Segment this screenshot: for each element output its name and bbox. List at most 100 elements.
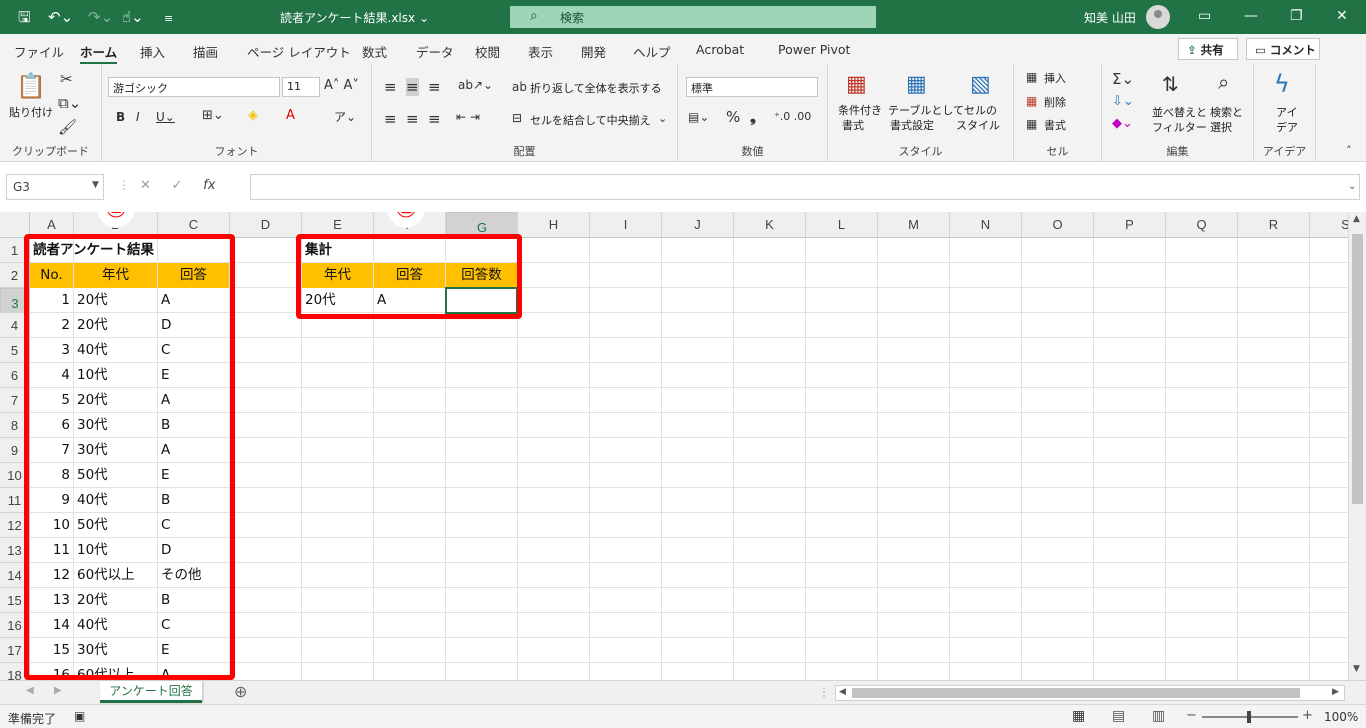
collapse-ribbon-icon[interactable]: ˄	[1346, 144, 1352, 157]
number-format-select[interactable]: 標準	[686, 77, 818, 97]
insert-cells-icon[interactable]: ▦	[1026, 70, 1037, 84]
paste-icon[interactable]: 📋	[16, 72, 46, 100]
percent-icon[interactable]: %	[726, 108, 740, 126]
user-name[interactable]: 知美 山田	[1084, 9, 1136, 26]
merge-center-button[interactable]: セルを結合して中央揃え	[530, 114, 651, 128]
font-color-icon[interactable]: A	[286, 108, 295, 123]
scroll-right-icon[interactable]: ▶	[1332, 687, 1339, 697]
column-header-K[interactable]: K	[734, 212, 806, 238]
font-name-select[interactable]: 游ゴシック	[108, 77, 280, 97]
wrap-text-icon[interactable]: ab	[512, 80, 527, 94]
decimal-icon[interactable]: ⁺.0 .00	[774, 110, 811, 123]
vertical-scroll-thumb[interactable]	[1352, 234, 1363, 504]
format-painter-icon[interactable]: 🖌	[58, 118, 77, 136]
save-icon[interactable]: 🖫	[18, 8, 31, 26]
column-header-R[interactable]: R	[1238, 212, 1310, 238]
column-header-I[interactable]: I	[590, 212, 662, 238]
sheet-tab-survey[interactable]: アンケート回答	[100, 681, 202, 703]
expand-formula-bar-icon[interactable]: ⌄	[1348, 181, 1356, 192]
indent-icon[interactable]: ⇤ ⇥	[456, 110, 480, 124]
tab-split-handle-icon[interactable]: ⋮	[818, 685, 830, 699]
search-box[interactable]: ⌕ 検索	[510, 6, 876, 28]
find-select-label-2[interactable]: 選択	[1210, 121, 1232, 135]
column-header-H[interactable]: H	[518, 212, 590, 238]
restore-icon[interactable]: ❐	[1290, 8, 1303, 24]
cell-styles-label-2[interactable]: スタイル	[956, 119, 1000, 133]
orientation-icon[interactable]: ab↗⌄	[458, 78, 493, 92]
tab-draw[interactable]: 描画	[193, 42, 218, 61]
column-header-L[interactable]: L	[806, 212, 878, 238]
borders-icon[interactable]: ⊞⌄	[202, 108, 224, 123]
align-right-icon[interactable]: ≡	[428, 110, 441, 128]
tab-formulas[interactable]: 数式	[362, 42, 387, 61]
scroll-up-icon[interactable]: ▲	[1353, 214, 1360, 224]
wrap-text-button[interactable]: 折り返して全体を表示する	[530, 82, 662, 96]
column-header-M[interactable]: M	[878, 212, 950, 238]
clear-icon[interactable]: ◆⌄	[1112, 116, 1133, 131]
fill-icon[interactable]: ⇩⌄	[1112, 94, 1134, 109]
paste-label[interactable]: 貼り付け	[9, 106, 53, 120]
sort-filter-label-2[interactable]: フィルター	[1152, 121, 1207, 135]
cut-icon[interactable]: ✂	[60, 70, 73, 88]
scroll-down-icon[interactable]: ▼	[1353, 664, 1360, 674]
autosum-icon[interactable]: Σ⌄	[1112, 70, 1134, 88]
vertical-scrollbar[interactable]: ▲ ▼	[1348, 212, 1366, 680]
column-header-P[interactable]: P	[1094, 212, 1166, 238]
delete-cells-icon[interactable]: ▦	[1026, 94, 1037, 108]
normal-view-icon[interactable]: ▦	[1072, 708, 1085, 724]
tab-insert[interactable]: 挿入	[140, 42, 165, 61]
prev-sheet-icon[interactable]: ◀	[26, 685, 34, 696]
format-cells-button[interactable]: 書式	[1044, 119, 1066, 133]
tab-home[interactable]: ホーム	[80, 42, 118, 65]
copy-icon[interactable]: ⧉⌄	[58, 94, 81, 112]
sort-filter-label-1[interactable]: 並べ替えと	[1152, 106, 1207, 120]
font-size-select[interactable]: 11	[282, 77, 320, 97]
format-as-table-label-2[interactable]: 書式設定	[890, 119, 934, 133]
horizontal-scrollbar[interactable]: ◀ ▶	[835, 685, 1345, 701]
align-center-icon[interactable]: ≡	[406, 110, 419, 128]
format-cells-icon[interactable]: ▦	[1026, 117, 1037, 131]
next-sheet-icon[interactable]: ▶	[54, 685, 62, 696]
add-sheet-icon[interactable]: ⊕	[234, 682, 247, 701]
scroll-left-icon[interactable]: ◀	[839, 687, 846, 697]
page-break-view-icon[interactable]: ▥	[1152, 708, 1165, 724]
tab-power-pivot[interactable]: Power Pivot	[778, 42, 850, 57]
cancel-icon[interactable]: ✕	[140, 178, 151, 193]
undo-icon[interactable]: ↶⌄	[48, 8, 73, 26]
sort-filter-icon[interactable]: ⇅	[1162, 72, 1179, 96]
close-icon[interactable]: ✕	[1336, 8, 1348, 24]
tab-developer[interactable]: 開発	[581, 42, 606, 61]
format-as-table-icon[interactable]: ▦	[906, 72, 927, 97]
align-middle-icon[interactable]: ≡	[406, 78, 419, 96]
name-box[interactable]: G3	[6, 174, 104, 200]
name-box-dropdown-icon[interactable]: ▼	[92, 180, 99, 190]
align-left-icon[interactable]: ≡	[384, 110, 397, 128]
cell-styles-icon[interactable]: ▧	[970, 72, 991, 97]
zoom-level[interactable]: 100%	[1324, 710, 1358, 724]
worksheet-grid[interactable]: ABCDEFGHIJKLMNOPQRS 12345678910111213141…	[0, 212, 1366, 680]
ideas-label-2[interactable]: デア	[1276, 121, 1298, 135]
bold-icon[interactable]: B	[116, 110, 125, 124]
italic-icon[interactable]: I	[136, 110, 140, 124]
tab-acrobat[interactable]: Acrobat	[696, 42, 744, 57]
column-header-N[interactable]: N	[950, 212, 1022, 238]
formula-bar-handle-icon[interactable]: ⋮	[118, 178, 130, 192]
merge-dropdown-icon[interactable]: ⌄	[658, 112, 667, 125]
horizontal-scroll-thumb[interactable]	[852, 688, 1300, 698]
share-button[interactable]: ⇪ 共有	[1178, 38, 1238, 60]
tab-help[interactable]: ヘルプ	[633, 42, 671, 61]
tab-review[interactable]: 校閲	[475, 42, 500, 61]
tab-page-layout[interactable]: ページ レイアウト	[247, 42, 351, 61]
ideas-icon[interactable]: ϟ	[1274, 70, 1290, 98]
increase-font-icon[interactable]: A˄ A˅	[324, 78, 359, 93]
macro-record-icon[interactable]: ▣	[74, 709, 85, 723]
comma-icon[interactable]: ❟	[750, 108, 756, 126]
insert-cells-button[interactable]: 挿入	[1044, 72, 1066, 86]
conditional-format-icon[interactable]: ▦	[846, 72, 867, 97]
formula-input[interactable]	[250, 174, 1360, 200]
delete-cells-button[interactable]: 削除	[1044, 96, 1066, 110]
column-header-Q[interactable]: Q	[1166, 212, 1238, 238]
align-bottom-icon[interactable]: ≡	[428, 78, 441, 96]
zoom-out-icon[interactable]: −	[1186, 708, 1197, 723]
find-select-icon[interactable]: ⌕	[1218, 70, 1229, 94]
